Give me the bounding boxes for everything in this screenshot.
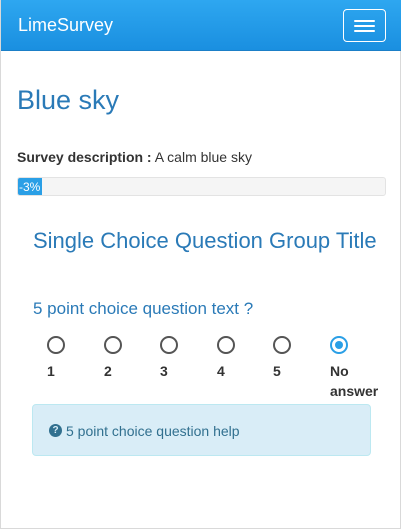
survey-description-label: Survey description : bbox=[17, 149, 152, 165]
choice-label: 5 bbox=[273, 363, 281, 379]
survey-title: Blue sky bbox=[17, 85, 120, 115]
radio-button[interactable] bbox=[104, 336, 122, 354]
survey-description: Survey description : A calm blue sky bbox=[17, 149, 252, 165]
radio-button[interactable] bbox=[217, 336, 235, 354]
radio-button[interactable] bbox=[47, 336, 65, 354]
radio-button[interactable] bbox=[160, 336, 178, 354]
survey-page: LimeSurvey Blue sky Survey description :… bbox=[0, 0, 401, 529]
choice-label: No answer bbox=[330, 363, 379, 399]
question-circle-icon: ? bbox=[49, 424, 62, 437]
progress-bar: -3% bbox=[17, 177, 386, 196]
choice-label: 4 bbox=[217, 363, 225, 379]
survey-description-text: A calm blue sky bbox=[154, 149, 252, 165]
question-help-box: ? 5 point choice question help bbox=[32, 404, 371, 456]
progress-fill: -3% bbox=[18, 178, 42, 195]
group-title: Single Choice Question Group Title bbox=[33, 228, 377, 253]
choice-label: 2 bbox=[104, 363, 112, 379]
brand-logo[interactable]: LimeSurvey bbox=[18, 15, 113, 36]
choice-label: 3 bbox=[160, 363, 168, 379]
menu-toggle-button[interactable] bbox=[343, 9, 386, 42]
question-help-text: 5 point choice question help bbox=[66, 423, 240, 439]
radio-button-checked[interactable] bbox=[330, 336, 348, 354]
radio-button[interactable] bbox=[273, 336, 291, 354]
question-text: 5 point choice question text ? bbox=[33, 299, 254, 318]
navbar: LimeSurvey bbox=[1, 0, 401, 51]
choice-label: 1 bbox=[47, 363, 55, 379]
